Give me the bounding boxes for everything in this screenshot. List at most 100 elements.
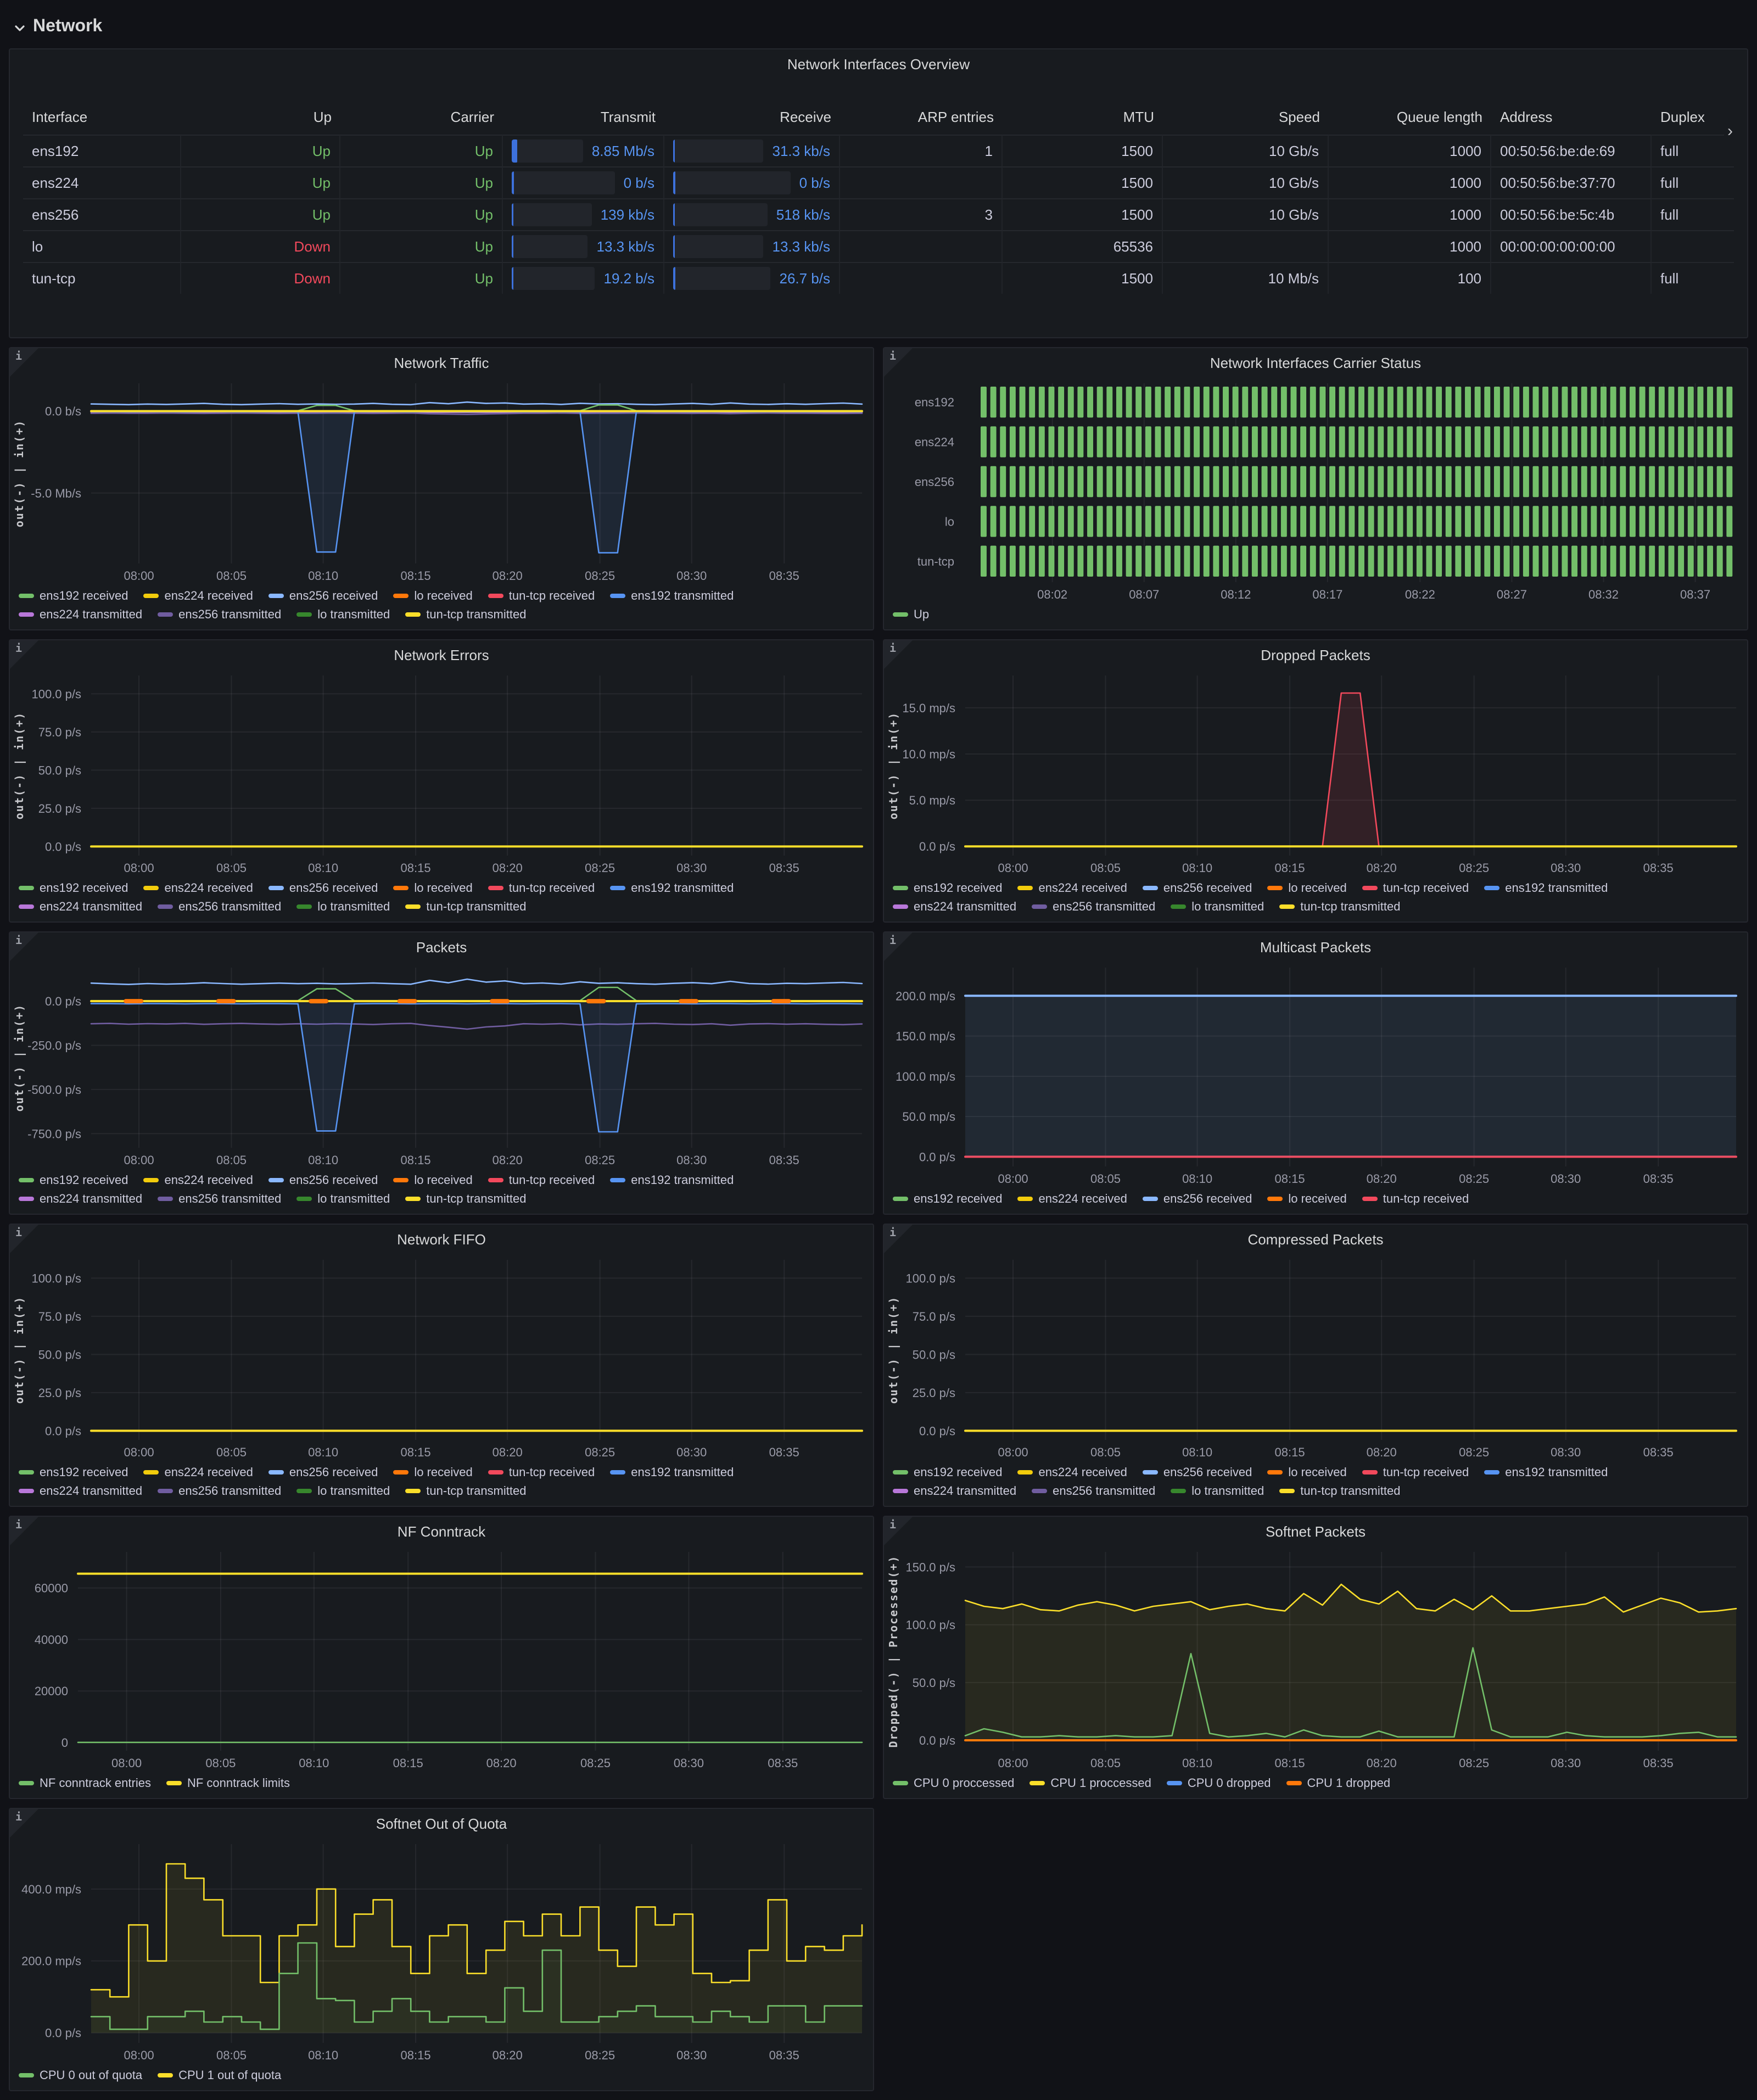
legend-item[interactable]: lo received bbox=[1267, 1192, 1346, 1206]
chart-softnet-packets[interactable]: 0.0 p/s50.0 p/s100.0 p/s150.0 p/s08:0008… bbox=[884, 1545, 1747, 1773]
legend-item[interactable]: tun-tcp transmitted bbox=[405, 1192, 526, 1206]
legend-item[interactable]: tun-tcp received bbox=[488, 881, 595, 895]
column-header-carrier[interactable]: Carrier bbox=[340, 100, 503, 135]
legend-item[interactable]: ens256 transmitted bbox=[1032, 900, 1155, 914]
column-header-transmit[interactable]: Transmit bbox=[503, 100, 664, 135]
legend-item[interactable]: CPU 1 dropped bbox=[1286, 1776, 1391, 1790]
legend-item[interactable]: CPU 0 out of quota bbox=[19, 2068, 142, 2082]
legend-item[interactable]: ens192 received bbox=[893, 1192, 1002, 1206]
legend-item[interactable]: lo received bbox=[393, 881, 472, 895]
legend-item[interactable]: ens224 received bbox=[1017, 881, 1127, 895]
legend-item[interactable]: ens224 transmitted bbox=[19, 1484, 142, 1498]
legend-item[interactable]: ens224 received bbox=[143, 589, 253, 603]
legend-item[interactable]: lo received bbox=[1267, 881, 1346, 895]
legend-item[interactable]: tun-tcp received bbox=[1362, 1465, 1469, 1479]
chart-softnet-out-of-quota[interactable]: 0.0 p/s200.0 mp/s400.0 mp/s08:0008:0508:… bbox=[10, 1838, 873, 2065]
legend-item[interactable]: ens224 received bbox=[143, 1465, 253, 1479]
panel-info-icon[interactable]: i bbox=[884, 1517, 913, 1545]
legend-item[interactable]: tun-tcp received bbox=[488, 1173, 595, 1187]
legend-item[interactable]: ens256 transmitted bbox=[158, 900, 281, 914]
legend-item[interactable]: ens192 transmitted bbox=[610, 589, 734, 603]
legend-item[interactable]: CPU 0 proccessed bbox=[893, 1776, 1014, 1790]
table-container[interactable]: InterfaceUpCarrierTransmitReceiveARP ent… bbox=[23, 85, 1734, 337]
column-header-up[interactable]: Up bbox=[181, 100, 340, 135]
panel-info-icon[interactable]: i bbox=[10, 932, 38, 961]
legend-item[interactable]: ens256 received bbox=[268, 589, 378, 603]
legend-item[interactable]: lo received bbox=[1267, 1465, 1346, 1479]
legend-item[interactable]: ens192 received bbox=[893, 1465, 1002, 1479]
legend-item[interactable]: tun-tcp received bbox=[1362, 1192, 1469, 1206]
chart-nf-conntrack[interactable]: 020000400006000008:0008:0508:1008:1508:2… bbox=[10, 1545, 873, 1773]
panel-title-network-errors[interactable]: Network Errors bbox=[10, 640, 873, 669]
legend-item[interactable]: tun-tcp transmitted bbox=[405, 900, 526, 914]
column-header-receive[interactable]: Receive bbox=[664, 100, 840, 135]
column-header-queue-length[interactable]: Queue length bbox=[1329, 100, 1491, 135]
legend-item[interactable]: ens192 received bbox=[19, 1173, 128, 1187]
legend-item[interactable]: ens224 transmitted bbox=[19, 1192, 142, 1206]
chart-network-errors[interactable]: 0.0 p/s25.0 p/s50.0 p/s75.0 p/s100.0 p/s… bbox=[10, 669, 873, 878]
legend-item[interactable]: lo received bbox=[393, 1465, 472, 1479]
section-header-network[interactable]: Network bbox=[9, 9, 1748, 42]
panel-title-dropped-packets[interactable]: Dropped Packets bbox=[884, 640, 1747, 669]
legend-item[interactable]: tun-tcp received bbox=[488, 1465, 595, 1479]
column-header-mtu[interactable]: MTU bbox=[1003, 100, 1163, 135]
column-header-interface[interactable]: Interface bbox=[23, 100, 181, 135]
panel-title-nf-conntrack[interactable]: NF Conntrack bbox=[10, 1517, 873, 1545]
panel-info-icon[interactable]: i bbox=[10, 348, 38, 377]
panel-title-network-traffic[interactable]: Network Traffic bbox=[10, 348, 873, 377]
panel-info-icon[interactable]: i bbox=[884, 932, 913, 961]
chart-compressed-packets[interactable]: 0.0 p/s25.0 p/s50.0 p/s75.0 p/s100.0 p/s… bbox=[884, 1253, 1747, 1462]
legend-item[interactable]: lo transmitted bbox=[1171, 900, 1264, 914]
legend-item[interactable]: ens256 transmitted bbox=[1032, 1484, 1155, 1498]
legend-item[interactable]: CPU 1 proccessed bbox=[1029, 1776, 1151, 1790]
panel-info-icon[interactable]: i bbox=[10, 1809, 38, 1838]
legend-item[interactable]: lo transmitted bbox=[296, 900, 390, 914]
legend-item[interactable]: tun-tcp transmitted bbox=[405, 607, 526, 622]
legend-item[interactable]: tun-tcp transmitted bbox=[1279, 1484, 1400, 1498]
panel-title-network-fifo[interactable]: Network FIFO bbox=[10, 1225, 873, 1253]
legend-item[interactable]: ens224 transmitted bbox=[19, 900, 142, 914]
legend-item[interactable]: ens256 received bbox=[268, 1465, 378, 1479]
legend-item[interactable]: NF conntrack limits bbox=[166, 1776, 290, 1790]
legend-item[interactable]: ens192 transmitted bbox=[1484, 1465, 1608, 1479]
panel-info-icon[interactable]: i bbox=[884, 640, 913, 669]
legend-item[interactable]: ens256 received bbox=[1143, 1192, 1252, 1206]
panel-title-compressed-packets[interactable]: Compressed Packets bbox=[884, 1225, 1747, 1253]
legend-item[interactable]: ens192 received bbox=[19, 881, 128, 895]
legend-item[interactable]: ens256 received bbox=[268, 1173, 378, 1187]
chart-dropped-packets[interactable]: 0.0 p/s5.0 mp/s10.0 mp/s15.0 mp/s08:0008… bbox=[884, 669, 1747, 878]
panel-title-softnet-out-of-quota[interactable]: Softnet Out of Quota bbox=[10, 1809, 873, 1838]
legend-item[interactable]: lo transmitted bbox=[296, 1484, 390, 1498]
chart-packets[interactable]: 0.0 p/s-250.0 p/s-500.0 p/s-750.0 p/s08:… bbox=[10, 961, 873, 1170]
legend-item[interactable]: Up bbox=[893, 607, 929, 622]
column-header-address[interactable]: Address bbox=[1491, 100, 1652, 135]
legend-item[interactable]: NF conntrack entries bbox=[19, 1776, 151, 1790]
column-header-speed[interactable]: Speed bbox=[1163, 100, 1329, 135]
legend-item[interactable]: ens192 transmitted bbox=[610, 1465, 734, 1479]
column-header-duplex[interactable]: Duplex bbox=[1652, 100, 1734, 135]
legend-item[interactable]: ens224 received bbox=[1017, 1465, 1127, 1479]
legend-item[interactable]: tun-tcp received bbox=[488, 589, 595, 603]
legend-item[interactable]: ens224 received bbox=[143, 1173, 253, 1187]
panel-info-icon[interactable]: i bbox=[10, 640, 38, 669]
legend-item[interactable]: ens192 transmitted bbox=[610, 881, 734, 895]
scroll-right-hint[interactable]: › bbox=[1724, 122, 1734, 141]
legend-item[interactable]: ens256 received bbox=[1143, 1465, 1252, 1479]
panel-info-icon[interactable]: i bbox=[884, 1225, 913, 1253]
chart-multicast-packets[interactable]: 0.0 p/s50.0 mp/s100.0 mp/s150.0 mp/s200.… bbox=[884, 961, 1747, 1188]
panel-title[interactable]: Network Interfaces Overview bbox=[23, 56, 1734, 85]
legend-item[interactable]: ens256 received bbox=[1143, 881, 1252, 895]
legend-item[interactable]: ens192 transmitted bbox=[1484, 881, 1608, 895]
legend-item[interactable]: ens192 transmitted bbox=[610, 1173, 734, 1187]
legend-item[interactable]: ens256 transmitted bbox=[158, 607, 281, 622]
legend-item[interactable]: ens192 received bbox=[893, 881, 1002, 895]
legend-item[interactable]: CPU 1 out of quota bbox=[158, 2068, 281, 2082]
panel-title-multicast-packets[interactable]: Multicast Packets bbox=[884, 932, 1747, 961]
column-header-arp-entries[interactable]: ARP entries bbox=[840, 100, 1003, 135]
legend-item[interactable]: lo received bbox=[393, 1173, 472, 1187]
legend-item[interactable]: lo received bbox=[393, 589, 472, 603]
legend-item[interactable]: ens256 received bbox=[268, 881, 378, 895]
panel-info-icon[interactable]: i bbox=[884, 348, 913, 377]
panel-info-icon[interactable]: i bbox=[10, 1225, 38, 1253]
panel-title-carrier-status[interactable]: Network Interfaces Carrier Status bbox=[884, 348, 1747, 377]
